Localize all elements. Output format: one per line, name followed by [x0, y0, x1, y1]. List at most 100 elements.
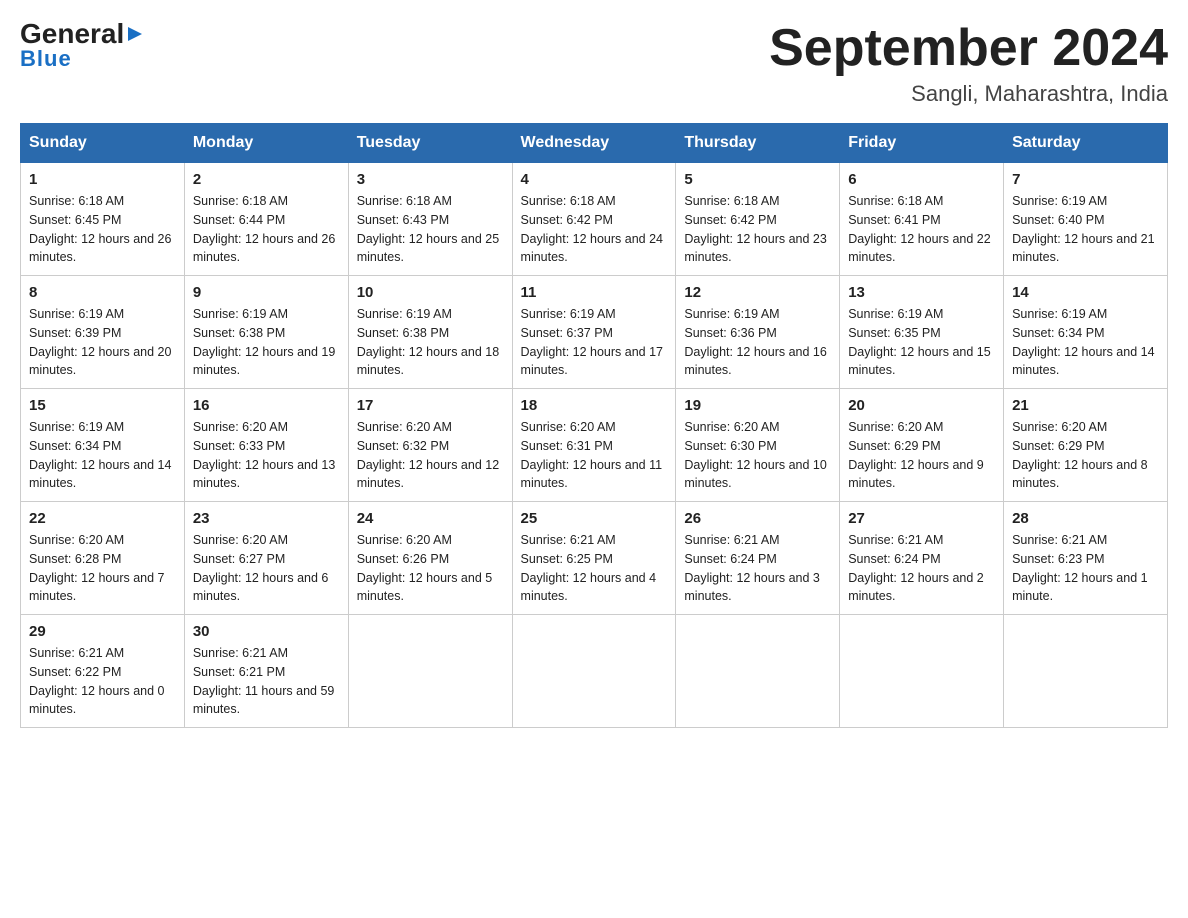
calendar-cell: 11 Sunrise: 6:19 AMSunset: 6:37 PMDayligh…	[512, 276, 676, 389]
weekday-header-row: SundayMondayTuesdayWednesdayThursdayFrid…	[21, 124, 1168, 163]
day-number: 15	[29, 397, 176, 414]
day-number: 25	[521, 510, 668, 527]
calendar-cell: 21 Sunrise: 6:20 AMSunset: 6:29 PMDayligh…	[1004, 389, 1168, 502]
day-info: Sunrise: 6:21 AMSunset: 6:24 PMDaylight:…	[848, 531, 995, 606]
day-number: 5	[684, 171, 831, 188]
weekday-header-friday: Friday	[840, 124, 1004, 163]
calendar-cell: 16Sunrise: 6:20 AMSunset: 6:33 PMDayligh…	[184, 389, 348, 502]
day-info: Sunrise: 6:20 AMSunset: 6:30 PMDaylight:…	[684, 418, 831, 493]
calendar-cell: 27 Sunrise: 6:21 AMSunset: 6:24 PMDayligh…	[840, 502, 1004, 615]
day-number: 27	[848, 510, 995, 527]
calendar-cell: 9 Sunrise: 6:19 AMSunset: 6:38 PMDaylight…	[184, 276, 348, 389]
day-number: 9	[193, 284, 340, 301]
day-number: 12	[684, 284, 831, 301]
day-number: 11	[521, 284, 668, 301]
logo-blue: Blue	[20, 46, 144, 72]
calendar-cell: 17Sunrise: 6:20 AMSunset: 6:32 PMDayligh…	[348, 389, 512, 502]
day-number: 30	[193, 623, 340, 640]
day-number: 20	[848, 397, 995, 414]
day-number: 2	[193, 171, 340, 188]
day-info: Sunrise: 6:19 AMSunset: 6:34 PMDaylight:…	[1012, 305, 1159, 380]
day-info: Sunrise: 6:21 AMSunset: 6:24 PMDaylight:…	[684, 531, 831, 606]
weekday-header-wednesday: Wednesday	[512, 124, 676, 163]
calendar-cell: 29 Sunrise: 6:21 AMSunset: 6:22 PMDayligh…	[21, 615, 185, 728]
day-number: 28	[1012, 510, 1159, 527]
day-number: 1	[29, 171, 176, 188]
week-row-1: 1Sunrise: 6:18 AMSunset: 6:45 PMDaylight…	[21, 163, 1168, 276]
logo-text: General	[20, 20, 144, 48]
day-number: 22	[29, 510, 176, 527]
week-row-4: 22 Sunrise: 6:20 AMSunset: 6:28 PMDayligh…	[21, 502, 1168, 615]
calendar-cell: 19 Sunrise: 6:20 AMSunset: 6:30 PMDayligh…	[676, 389, 840, 502]
day-number: 26	[684, 510, 831, 527]
day-info: Sunrise: 6:18 AMSunset: 6:42 PMDaylight:…	[684, 192, 831, 267]
week-row-2: 8 Sunrise: 6:19 AMSunset: 6:39 PMDaylight…	[21, 276, 1168, 389]
logo-arrow-icon	[126, 20, 144, 48]
day-info: Sunrise: 6:20 AMSunset: 6:27 PMDaylight:…	[193, 531, 340, 606]
day-number: 17	[357, 397, 504, 414]
day-number: 4	[521, 171, 668, 188]
calendar-cell: 20Sunrise: 6:20 AMSunset: 6:29 PMDayligh…	[840, 389, 1004, 502]
day-info: Sunrise: 6:19 AMSunset: 6:35 PMDaylight:…	[848, 305, 995, 380]
weekday-header-sunday: Sunday	[21, 124, 185, 163]
day-number: 8	[29, 284, 176, 301]
day-number: 29	[29, 623, 176, 640]
day-info: Sunrise: 6:20 AMSunset: 6:31 PMDaylight:…	[521, 418, 668, 493]
calendar-cell	[348, 615, 512, 728]
title-area: September 2024 Sangli, Maharashtra, Indi…	[769, 20, 1168, 107]
calendar-cell: 18 Sunrise: 6:20 AMSunset: 6:31 PMDayligh…	[512, 389, 676, 502]
calendar-table: SundayMondayTuesdayWednesdayThursdayFrid…	[20, 123, 1168, 728]
calendar-cell: 1Sunrise: 6:18 AMSunset: 6:45 PMDaylight…	[21, 163, 185, 276]
calendar-cell	[1004, 615, 1168, 728]
day-number: 3	[357, 171, 504, 188]
day-number: 13	[848, 284, 995, 301]
day-number: 6	[848, 171, 995, 188]
day-info: Sunrise: 6:18 AMSunset: 6:42 PMDaylight:…	[521, 192, 668, 267]
calendar-cell: 30 Sunrise: 6:21 AMSunset: 6:21 PMDayligh…	[184, 615, 348, 728]
day-info: Sunrise: 6:18 AMSunset: 6:43 PMDaylight:…	[357, 192, 504, 267]
page-header: General Blue September 2024 Sangli, Maha…	[20, 20, 1168, 107]
day-info: Sunrise: 6:19 AMSunset: 6:38 PMDaylight:…	[193, 305, 340, 380]
day-number: 10	[357, 284, 504, 301]
day-info: Sunrise: 6:21 AMSunset: 6:25 PMDaylight:…	[521, 531, 668, 606]
day-info: Sunrise: 6:19 AMSunset: 6:39 PMDaylight:…	[29, 305, 176, 380]
weekday-header-saturday: Saturday	[1004, 124, 1168, 163]
day-info: Sunrise: 6:19 AMSunset: 6:36 PMDaylight:…	[684, 305, 831, 380]
calendar-cell: 13 Sunrise: 6:19 AMSunset: 6:35 PMDayligh…	[840, 276, 1004, 389]
day-info: Sunrise: 6:19 AMSunset: 6:37 PMDaylight:…	[521, 305, 668, 380]
day-info: Sunrise: 6:19 AMSunset: 6:40 PMDaylight:…	[1012, 192, 1159, 267]
calendar-cell: 5 Sunrise: 6:18 AMSunset: 6:42 PMDaylight…	[676, 163, 840, 276]
calendar-cell: 10 Sunrise: 6:19 AMSunset: 6:38 PMDayligh…	[348, 276, 512, 389]
day-info: Sunrise: 6:21 AMSunset: 6:23 PMDaylight:…	[1012, 531, 1159, 606]
calendar-cell: 12 Sunrise: 6:19 AMSunset: 6:36 PMDayligh…	[676, 276, 840, 389]
day-info: Sunrise: 6:21 AMSunset: 6:21 PMDaylight:…	[193, 644, 340, 719]
day-info: Sunrise: 6:18 AMSunset: 6:44 PMDaylight:…	[193, 192, 340, 267]
calendar-cell: 15Sunrise: 6:19 AMSunset: 6:34 PMDayligh…	[21, 389, 185, 502]
weekday-header-thursday: Thursday	[676, 124, 840, 163]
calendar-cell: 25 Sunrise: 6:21 AMSunset: 6:25 PMDayligh…	[512, 502, 676, 615]
calendar-cell: 22 Sunrise: 6:20 AMSunset: 6:28 PMDayligh…	[21, 502, 185, 615]
calendar-body: 1Sunrise: 6:18 AMSunset: 6:45 PMDaylight…	[21, 163, 1168, 728]
calendar-cell: 6Sunrise: 6:18 AMSunset: 6:41 PMDaylight…	[840, 163, 1004, 276]
day-number: 19	[684, 397, 831, 414]
day-info: Sunrise: 6:19 AMSunset: 6:38 PMDaylight:…	[357, 305, 504, 380]
day-info: Sunrise: 6:20 AMSunset: 6:29 PMDaylight:…	[1012, 418, 1159, 493]
day-number: 24	[357, 510, 504, 527]
month-title: September 2024	[769, 20, 1168, 77]
day-info: Sunrise: 6:21 AMSunset: 6:22 PMDaylight:…	[29, 644, 176, 719]
calendar-cell: 26 Sunrise: 6:21 AMSunset: 6:24 PMDayligh…	[676, 502, 840, 615]
calendar-cell: 28 Sunrise: 6:21 AMSunset: 6:23 PMDayligh…	[1004, 502, 1168, 615]
day-number: 16	[193, 397, 340, 414]
week-row-5: 29 Sunrise: 6:21 AMSunset: 6:22 PMDayligh…	[21, 615, 1168, 728]
day-number: 21	[1012, 397, 1159, 414]
calendar-cell: 14Sunrise: 6:19 AMSunset: 6:34 PMDayligh…	[1004, 276, 1168, 389]
calendar-cell: 8 Sunrise: 6:19 AMSunset: 6:39 PMDaylight…	[21, 276, 185, 389]
day-info: Sunrise: 6:20 AMSunset: 6:26 PMDaylight:…	[357, 531, 504, 606]
calendar-cell: 7 Sunrise: 6:19 AMSunset: 6:40 PMDaylight…	[1004, 163, 1168, 276]
day-number: 18	[521, 397, 668, 414]
calendar-cell	[676, 615, 840, 728]
calendar-cell: 4 Sunrise: 6:18 AMSunset: 6:42 PMDaylight…	[512, 163, 676, 276]
day-number: 7	[1012, 171, 1159, 188]
calendar-cell	[840, 615, 1004, 728]
day-info: Sunrise: 6:20 AMSunset: 6:28 PMDaylight:…	[29, 531, 176, 606]
